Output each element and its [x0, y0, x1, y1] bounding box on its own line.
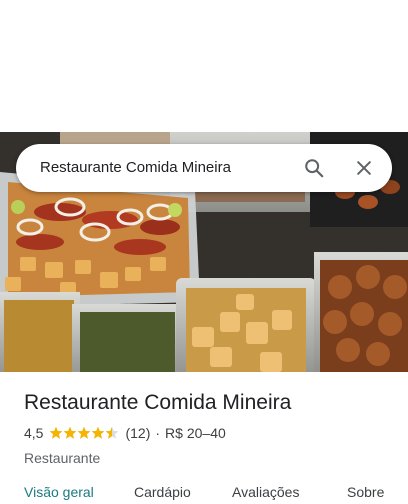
tab-bar: Visão geral Cardápio Avaliações Sobre [0, 480, 408, 504]
price-range: R$ 20–40 [165, 425, 226, 441]
tab-overview[interactable]: Visão geral [24, 484, 94, 500]
separator: · [155, 425, 161, 441]
tab-about[interactable]: Sobre [347, 484, 384, 500]
star-icon [106, 426, 119, 439]
star-icon [50, 426, 63, 439]
tab-reviews[interactable]: Avaliações [232, 484, 299, 500]
review-count[interactable]: (12) [125, 425, 150, 441]
search-input[interactable]: Restaurante Comida Mineira [40, 144, 300, 192]
search-icon [305, 159, 324, 178]
place-info: Restaurante Comida Mineira 4,5 (12) · R$… [24, 388, 394, 467]
star-icon [64, 426, 77, 439]
star-icon [78, 426, 91, 439]
close-icon [357, 161, 371, 175]
close-button[interactable] [348, 152, 380, 184]
tab-menu[interactable]: Cardápio [134, 484, 191, 500]
rating-value: 4,5 [24, 425, 44, 441]
place-title: Restaurante Comida Mineira [24, 391, 292, 414]
star-rating [49, 426, 119, 440]
search-button[interactable] [298, 152, 330, 184]
star-icon [92, 426, 105, 439]
rating-row[interactable]: 4,5 (12) · R$ 20–40 [24, 424, 394, 442]
place-category[interactable]: Restaurante [24, 449, 394, 467]
search-bar[interactable]: Restaurante Comida Mineira [16, 144, 392, 192]
